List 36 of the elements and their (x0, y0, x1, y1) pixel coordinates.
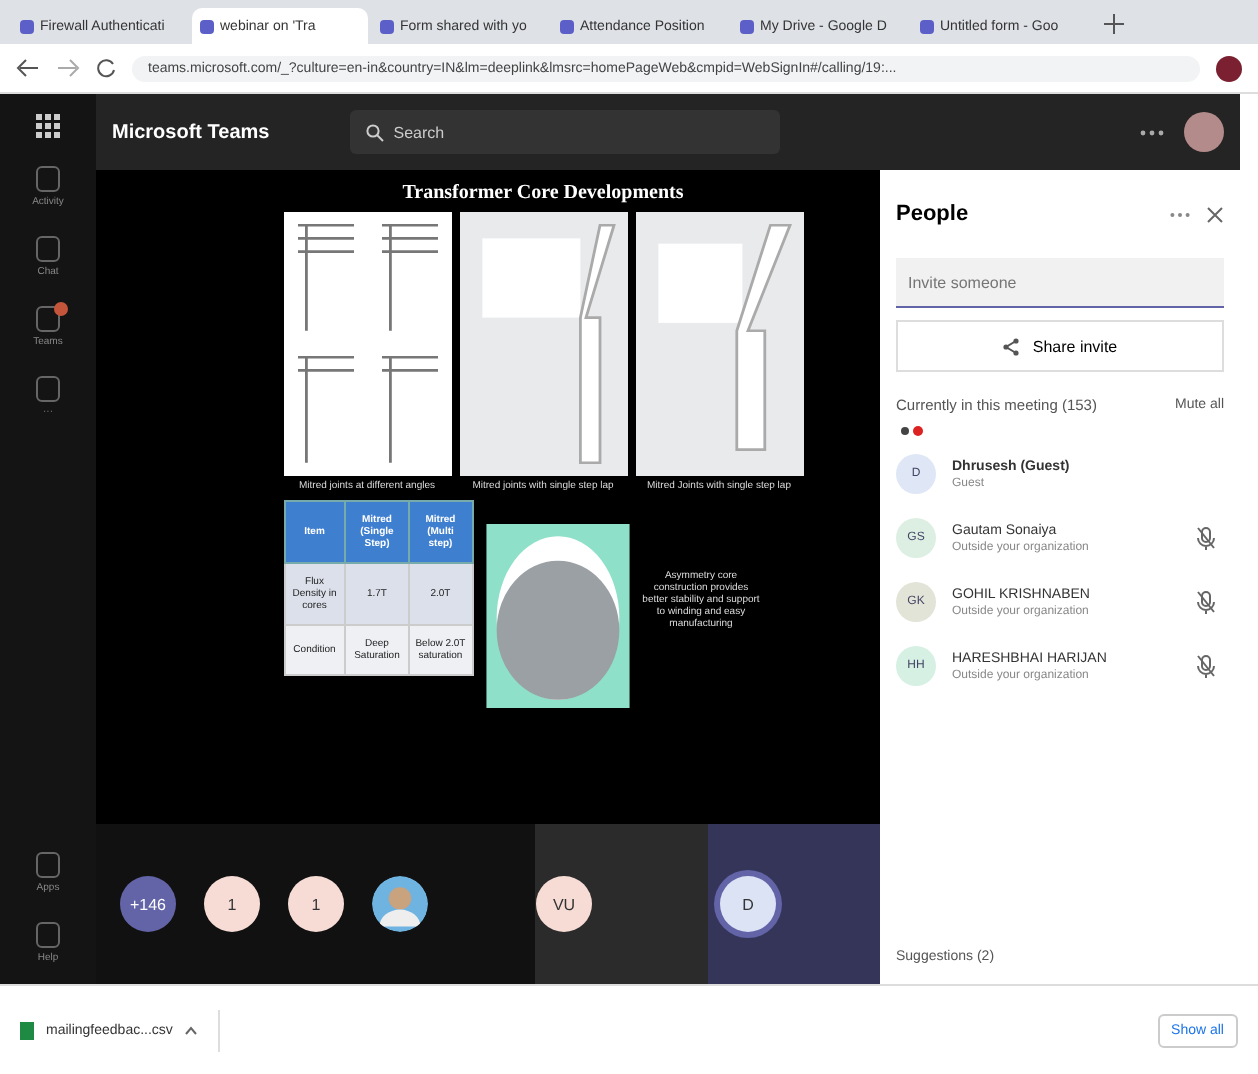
favicon-icon (20, 19, 34, 33)
participant-avatar: D (720, 876, 776, 932)
profile-avatar[interactable] (1216, 55, 1242, 81)
app-icon (36, 376, 60, 402)
file-icon (20, 1021, 34, 1039)
app-icon (36, 852, 60, 878)
app-icon (36, 166, 60, 192)
more-icon[interactable] (1170, 211, 1190, 217)
more-icon[interactable] (1140, 129, 1164, 135)
slide-title: Transformer Core Developments (400, 182, 686, 204)
person-avatar (372, 876, 428, 932)
plus-icon[interactable] (1104, 14, 1124, 34)
app-icon (36, 236, 60, 262)
share-icon (1002, 337, 1021, 355)
back-arrow-icon[interactable] (16, 58, 40, 78)
favicon-icon (740, 19, 754, 33)
close-icon[interactable] (1206, 205, 1224, 223)
panel-title: People (896, 202, 971, 226)
caret-icon[interactable] (184, 1025, 199, 1035)
search-field[interactable]: Search (349, 110, 780, 154)
participant-avatar: 1 (204, 876, 260, 932)
search-icon (365, 123, 384, 141)
app-icon (36, 922, 60, 948)
favicon-icon (200, 19, 214, 33)
profile-avatar[interactable] (1184, 112, 1224, 152)
favicon-icon (560, 19, 574, 33)
app-title: Microsoft Teams (112, 121, 270, 143)
participant-count[interactable]: +146 (120, 876, 176, 932)
participant-avatar: VU (536, 876, 592, 932)
app-launcher-icon[interactable] (36, 114, 60, 138)
share-invite-button[interactable]: Share invite (896, 320, 1224, 372)
reload-icon[interactable] (96, 58, 116, 78)
favicon-icon (380, 19, 394, 33)
favicon-icon (920, 19, 934, 33)
participant-avatar: 1 (288, 876, 344, 932)
invite-field[interactable]: Invite someone (896, 258, 1224, 308)
